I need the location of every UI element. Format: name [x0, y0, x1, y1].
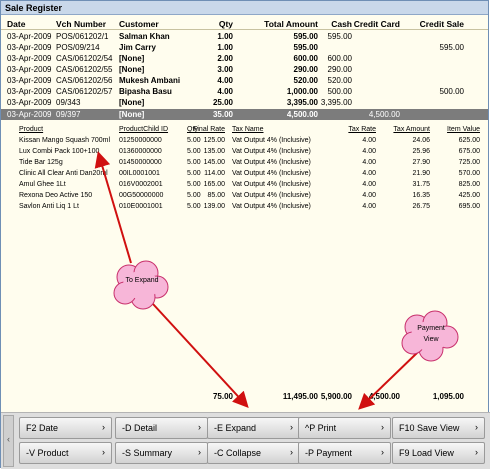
product-button[interactable]: -V Product ›: [19, 442, 112, 464]
summary-button[interactable]: -S Summary ›: [115, 442, 208, 464]
button-label: -S Summary: [122, 448, 173, 458]
button-label: -C Collapse: [214, 448, 262, 458]
button-label: -E Expand: [214, 423, 257, 433]
button-label: F10 Save View: [399, 423, 460, 433]
button-label: ^P Print: [305, 423, 337, 433]
chevron-right-icon: ›: [381, 447, 384, 457]
chevron-right-icon: ›: [102, 447, 105, 457]
sale-register-window: Sale Register Date Vch Number Customer Q…: [0, 0, 490, 469]
button-label: F9 Load View: [399, 448, 454, 458]
chevron-right-icon: ›: [198, 422, 201, 432]
chevron-right-icon: ›: [290, 422, 293, 432]
payment-button[interactable]: -P Payment ›: [298, 442, 391, 464]
chevron-right-icon: ›: [290, 447, 293, 457]
button-label: -D Detail: [122, 423, 158, 433]
chevron-right-icon: ›: [102, 422, 105, 432]
chevron-right-icon: ›: [381, 422, 384, 432]
annotation-overlay: [94, 151, 459, 410]
detail-button[interactable]: -D Detail ›: [115, 417, 208, 439]
expand-button[interactable]: -E Expand ›: [207, 417, 300, 439]
scroll-left-icon[interactable]: ‹: [3, 415, 14, 467]
expand-cloud: [113, 260, 169, 310]
load-view-button[interactable]: F9 Load View ›: [392, 442, 485, 464]
chevron-right-icon: ›: [198, 447, 201, 457]
button-label: -V Product: [26, 448, 69, 458]
payment-cloud-text-1: Payment: [417, 325, 445, 332]
expand-arrow-up: [94, 151, 132, 264]
function-key-bar: ‹ F2 Date › -D Detail › -E Expand › ^P Prin…: [1, 412, 490, 469]
expand-cloud-text: To Expand: [125, 277, 159, 284]
payment-arrow: [358, 350, 420, 410]
button-label: F2 Date: [26, 423, 59, 433]
button-label: -P Payment: [305, 448, 352, 458]
expand-arrow-down: [152, 303, 249, 408]
print-button[interactable]: ^P Print ›: [298, 417, 391, 439]
date-button[interactable]: F2 Date ›: [19, 417, 112, 439]
chevron-right-icon: ›: [475, 447, 478, 457]
save-view-button[interactable]: F10 Save View ›: [392, 417, 485, 439]
chevron-right-icon: ›: [475, 422, 478, 432]
collapse-button[interactable]: -C Collapse ›: [207, 442, 300, 464]
payment-cloud-text-2: View: [423, 336, 439, 343]
